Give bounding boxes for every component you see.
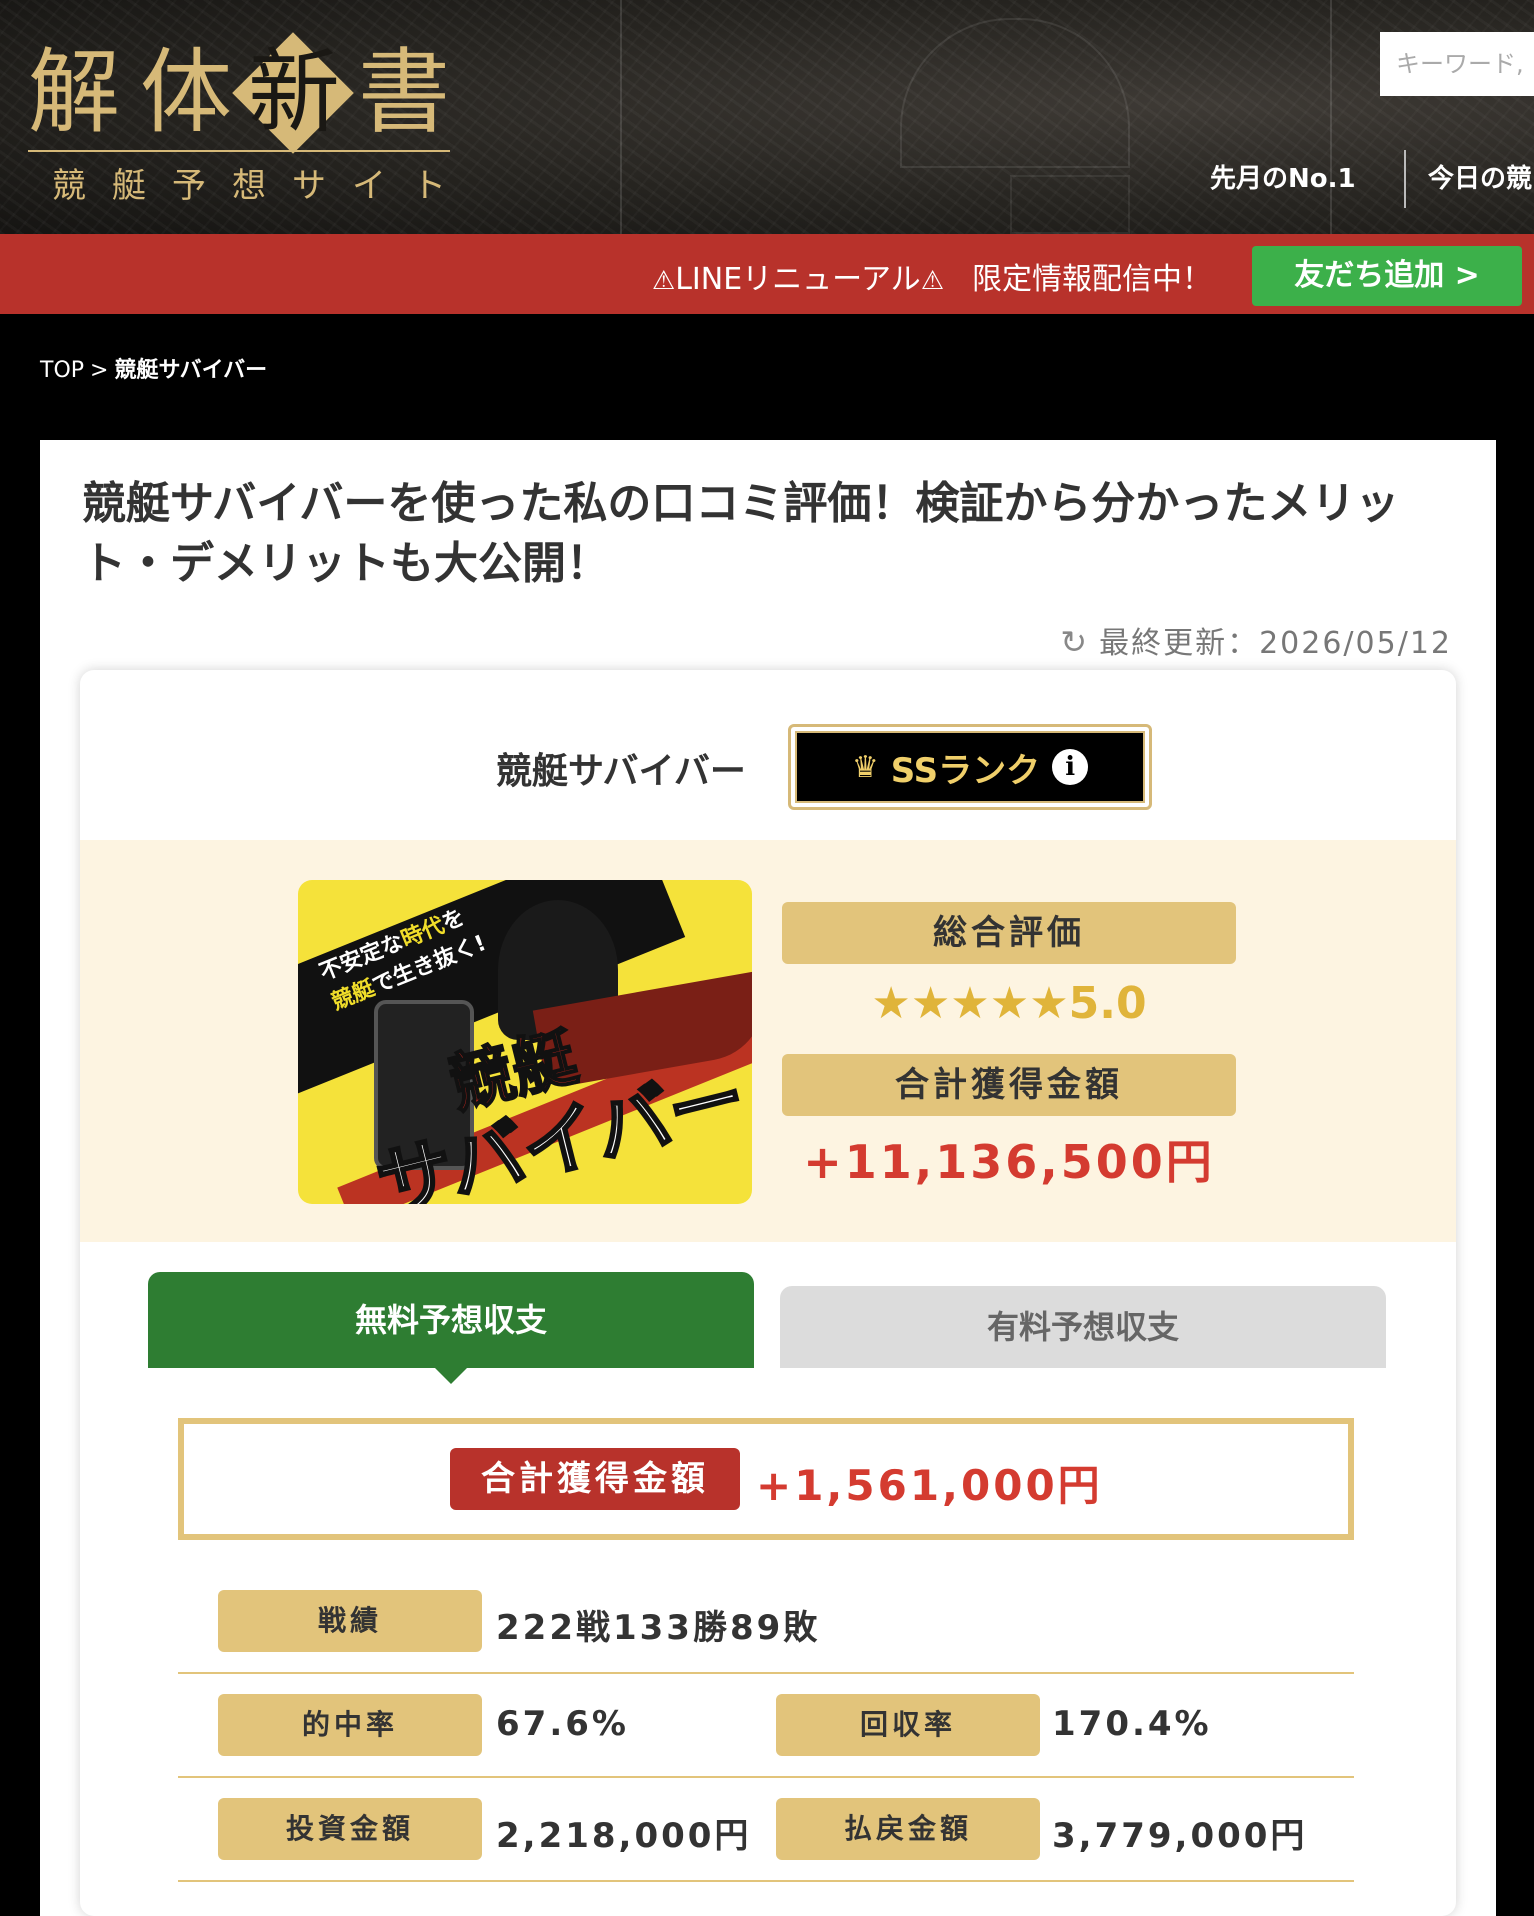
record-label: 戦績 (218, 1590, 482, 1652)
site-name: 競艇サバイバー (496, 751, 746, 792)
banner-promo: 限定情報配信中！ (972, 262, 1212, 297)
banner-text: ⚠LINEリニューアル⚠ 限定情報配信中！ (652, 254, 1212, 298)
record-value: 222戦133勝89敗 (496, 1608, 821, 1648)
add-friend-button[interactable]: 友だち追加 > (1252, 246, 1522, 306)
site-thumbnail[interactable]: 不安定な時代を 競艇で生き抜く! 競艇 サバイバー (298, 880, 752, 1204)
tab-paid-prediction[interactable]: 有料予想収支 (780, 1286, 1386, 1368)
last-updated: ↻ 最終更新：2026/05/12 (1060, 618, 1452, 662)
logo-divider (28, 150, 450, 152)
total-earnings-label: 合計獲得金額 (782, 1054, 1236, 1116)
stars-icon: ★★★★★ (871, 978, 1069, 1029)
hit-rate-value: 67.6% (496, 1704, 629, 1744)
logo-char: 新 (248, 39, 341, 146)
rank-badge[interactable]: ♛ SSランク i (788, 724, 1152, 810)
logo-title: 解 体 新 書 (28, 32, 458, 154)
payout-label: 払戻金額 (776, 1798, 1040, 1860)
stat-row-rates: 的中率 67.6% 回収率 170.4% (178, 1674, 1354, 1778)
free-total-box: 合計獲得金額 +1,561,000円 (178, 1418, 1354, 1540)
site-logo[interactable]: 解 体 新 書 競艇予想サイト (28, 32, 458, 208)
breadcrumb-home[interactable]: TOP (40, 358, 84, 383)
article-card: 競艇サバイバーを使った私の口コミ評価！検証から分かったメリット・デメリットも大公… (40, 440, 1496, 1916)
breadcrumb-separator: > (90, 358, 109, 383)
rank-label: SSランク (890, 750, 1041, 791)
header-background-etching (900, 18, 1130, 168)
page-title: 競艇サバイバーを使った私の口コミ評価！検証から分かったメリット・デメリットも大公… (82, 478, 1400, 589)
breadcrumb: TOP > 競艇サバイバー (40, 352, 267, 384)
crown-icon: ♛ (851, 749, 879, 785)
info-icon[interactable]: i (1052, 749, 1089, 785)
banner-line-renewal: LINEリニューアル (675, 262, 921, 297)
refresh-icon: ↻ (1060, 623, 1090, 661)
search-input[interactable] (1380, 32, 1534, 96)
last-updated-text: 最終更新：2026/05/12 (1099, 626, 1452, 661)
header-background-etching (1010, 175, 1130, 234)
rank-badge-inner: ♛ SSランク i (795, 731, 1145, 803)
warning-icon: ⚠ (920, 266, 944, 296)
logo-char: 体 (140, 39, 233, 146)
free-total-label: 合計獲得金額 (450, 1448, 740, 1510)
nav-link-last-month-no1[interactable]: 先月のNo.1 (1210, 158, 1356, 195)
nav-link-today[interactable]: 今日の競 (1428, 158, 1532, 195)
recovery-rate-value: 170.4% (1052, 1704, 1212, 1744)
free-total-value: +1,561,000円 (756, 1461, 1103, 1510)
logo-char: 書 (358, 39, 451, 146)
recovery-rate-label: 回収率 (776, 1694, 1040, 1756)
stat-row-amounts: 投資金額 2,218,000円 払戻金額 3,779,000円 (178, 1778, 1354, 1882)
investment-label: 投資金額 (218, 1798, 482, 1860)
star-rating: ★★★★★5.0 (782, 978, 1236, 1029)
warning-icon: ⚠ (651, 266, 676, 296)
logo-subtitle: 競艇予想サイト (52, 166, 472, 206)
hit-rate-label: 的中率 (218, 1694, 482, 1756)
total-earnings-value: +11,136,500円 (803, 1135, 1215, 1189)
payout-value: 3,779,000円 (1052, 1816, 1308, 1856)
breadcrumb-current: 競艇サバイバー (114, 358, 268, 383)
site-header: 解 体 新 書 競艇予想サイト 先月のNo.1 今日の競 (0, 0, 1534, 234)
nav-divider (1404, 150, 1406, 208)
tab-free-prediction[interactable]: 無料予想収支 (148, 1272, 754, 1384)
header-background-etching (1330, 0, 1332, 234)
stat-row-record: 戦績 222戦133勝89敗 (178, 1570, 1354, 1674)
rating-box: 競艇サバイバー ♛ SSランク i 不安定な時代を 競艇で生き抜く! 競艇 サバイ… (80, 670, 1456, 1916)
summary-band: 不安定な時代を 競艇で生き抜く! 競艇 サバイバー 総合評価 ★★★★★5.0 合… (80, 840, 1456, 1242)
score-value: 5.0 (1068, 978, 1147, 1029)
logo-char: 解 (28, 39, 121, 146)
overall-rating-label: 総合評価 (782, 902, 1236, 964)
investment-value: 2,218,000円 (496, 1816, 752, 1856)
header-background-etching (620, 0, 622, 234)
